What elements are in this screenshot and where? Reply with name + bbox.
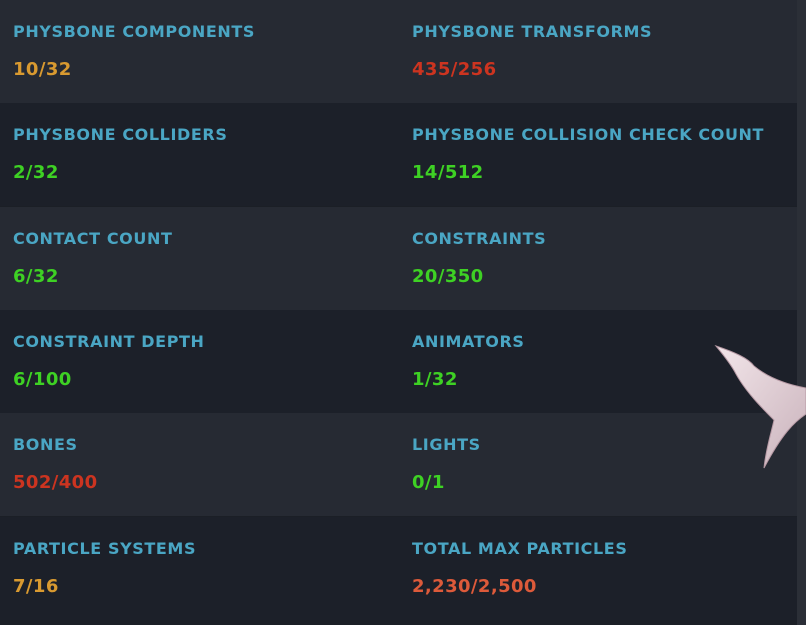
stat-label: PHYSBONE COLLISION CHECK COUNT (412, 125, 765, 144)
stat-label: CONSTRAINTS (412, 229, 547, 248)
stat-physbone-colliders: PHYSBONE COLLIDERS 2/32 (13, 103, 393, 206)
stat-value: 20/350 (412, 266, 484, 287)
stat-label: PHYSBONE COMPONENTS (13, 22, 256, 41)
stats-row-bones: BONES 502/400 LIGHTS 0/1 (0, 413, 797, 516)
stat-label: LIGHTS (412, 435, 481, 454)
stat-label: PHYSBONE TRANSFORMS (412, 22, 653, 41)
stat-label: CONTACT COUNT (13, 229, 173, 248)
stat-value: 2/32 (13, 162, 59, 183)
stats-row-physbone-components: PHYSBONE COMPONENTS 10/32 PHYSBONE TRANS… (0, 0, 797, 103)
scrollbar-track[interactable] (797, 0, 806, 625)
stat-value: 2,230/2,500 (412, 576, 537, 597)
stat-value: 6/100 (13, 369, 72, 390)
stat-value: 0/1 (412, 472, 445, 493)
stat-value: 10/32 (13, 59, 72, 80)
stat-physbone-transforms: PHYSBONE TRANSFORMS 435/256 (412, 0, 792, 103)
stat-physbone-collision-check-count: PHYSBONE COLLISION CHECK COUNT 14/512 (412, 103, 792, 206)
stat-value: 502/400 (13, 472, 98, 493)
stat-constraint-depth: CONSTRAINT DEPTH 6/100 (13, 310, 393, 413)
stat-constraints: CONSTRAINTS 20/350 (412, 207, 792, 310)
stat-total-max-particles: TOTAL MAX PARTICLES 2,230/2,500 (412, 517, 792, 620)
stats-row-contact-count: CONTACT COUNT 6/32 CONSTRAINTS 20/350 (0, 207, 797, 310)
stats-row-constraint-depth: CONSTRAINT DEPTH 6/100 ANIMATORS 1/32 (0, 310, 797, 413)
stat-label: TOTAL MAX PARTICLES (412, 539, 628, 558)
stats-row-particle-systems: PARTICLE SYSTEMS 7/16 TOTAL MAX PARTICLE… (0, 517, 797, 620)
stat-label: BONES (13, 435, 78, 454)
stat-value: 6/32 (13, 266, 59, 287)
stat-value: 1/32 (412, 369, 458, 390)
stat-label: PARTICLE SYSTEMS (13, 539, 197, 558)
stat-value: 7/16 (13, 576, 59, 597)
stat-particle-systems: PARTICLE SYSTEMS 7/16 (13, 517, 393, 620)
stats-row-physbone-colliders: PHYSBONE COLLIDERS 2/32 PHYSBONE COLLISI… (0, 103, 797, 206)
stat-label: PHYSBONE COLLIDERS (13, 125, 228, 144)
stat-label: ANIMATORS (412, 332, 525, 351)
stat-contact-count: CONTACT COUNT 6/32 (13, 207, 393, 310)
performance-stats-panel: PHYSBONE COMPONENTS 10/32 PHYSBONE TRANS… (0, 0, 797, 625)
stat-label: CONSTRAINT DEPTH (13, 332, 205, 351)
pointer-cursor-icon (714, 344, 806, 469)
stat-value: 435/256 (412, 59, 497, 80)
stat-value: 14/512 (412, 162, 484, 183)
stat-physbone-components: PHYSBONE COMPONENTS 10/32 (13, 0, 393, 103)
stat-bones: BONES 502/400 (13, 413, 393, 516)
